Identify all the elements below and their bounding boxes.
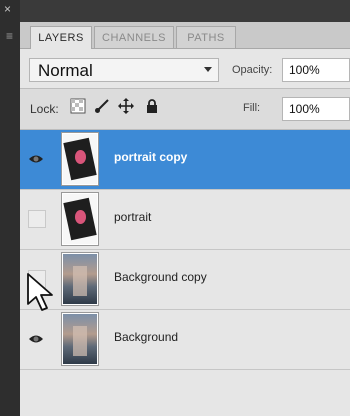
eye-icon <box>28 151 44 167</box>
layer-thumbnail <box>62 253 98 305</box>
tab-channels[interactable]: CHANNELS <box>94 26 174 48</box>
panel-title-bar <box>0 0 350 22</box>
tab-layers[interactable]: LAYERS <box>30 26 92 49</box>
visibility-toggle[interactable] <box>28 150 46 168</box>
fill-label: Fill: <box>243 102 261 114</box>
fill-field[interactable]: 100% <box>282 97 350 121</box>
chevron-down-icon <box>204 67 212 72</box>
layers-panel: LAYERS CHANNELS PATHS Normal Opacity: 10… <box>20 22 350 416</box>
blend-mode-value: Normal <box>38 61 93 80</box>
layer-name: portrait copy <box>114 150 188 164</box>
layer-name: Background copy <box>114 270 207 284</box>
layer-thumbnail <box>62 133 98 185</box>
tab-paths[interactable]: PATHS <box>176 26 236 48</box>
dock-strip: × ≡ <box>0 0 20 416</box>
mouse-pointer-icon <box>26 272 56 312</box>
layer-thumbnail <box>62 193 98 245</box>
layer-name: Background <box>114 330 179 344</box>
blend-mode-select[interactable]: Normal <box>29 58 219 82</box>
move-icon[interactable] <box>116 98 136 118</box>
eye-icon <box>28 331 44 347</box>
opacity-field[interactable]: 100% <box>282 58 350 82</box>
lock-transparency-icon[interactable] <box>68 98 88 118</box>
opacity-label: Opacity: <box>232 64 273 76</box>
visibility-toggle[interactable] <box>28 330 46 348</box>
lock-bar: Lock: Fill: 100% <box>20 88 350 130</box>
close-icon[interactable]: × <box>4 2 11 16</box>
layer-row-portrait[interactable]: portrait <box>20 190 350 250</box>
brush-icon[interactable] <box>92 98 112 118</box>
visibility-toggle[interactable] <box>28 210 46 228</box>
panel-tabs: LAYERS CHANNELS PATHS <box>20 22 350 49</box>
grip-icon[interactable]: ≡ <box>6 30 13 42</box>
layer-row-portrait-copy[interactable]: portrait copy <box>20 130 350 190</box>
layer-name: portrait <box>114 210 152 224</box>
lock-label: Lock: <box>30 102 59 116</box>
layer-row-background[interactable]: Background <box>20 310 350 370</box>
layer-thumbnail <box>62 313 98 365</box>
lock-icon[interactable] <box>142 98 162 118</box>
layer-row-background-copy[interactable]: Background copy <box>20 250 350 310</box>
